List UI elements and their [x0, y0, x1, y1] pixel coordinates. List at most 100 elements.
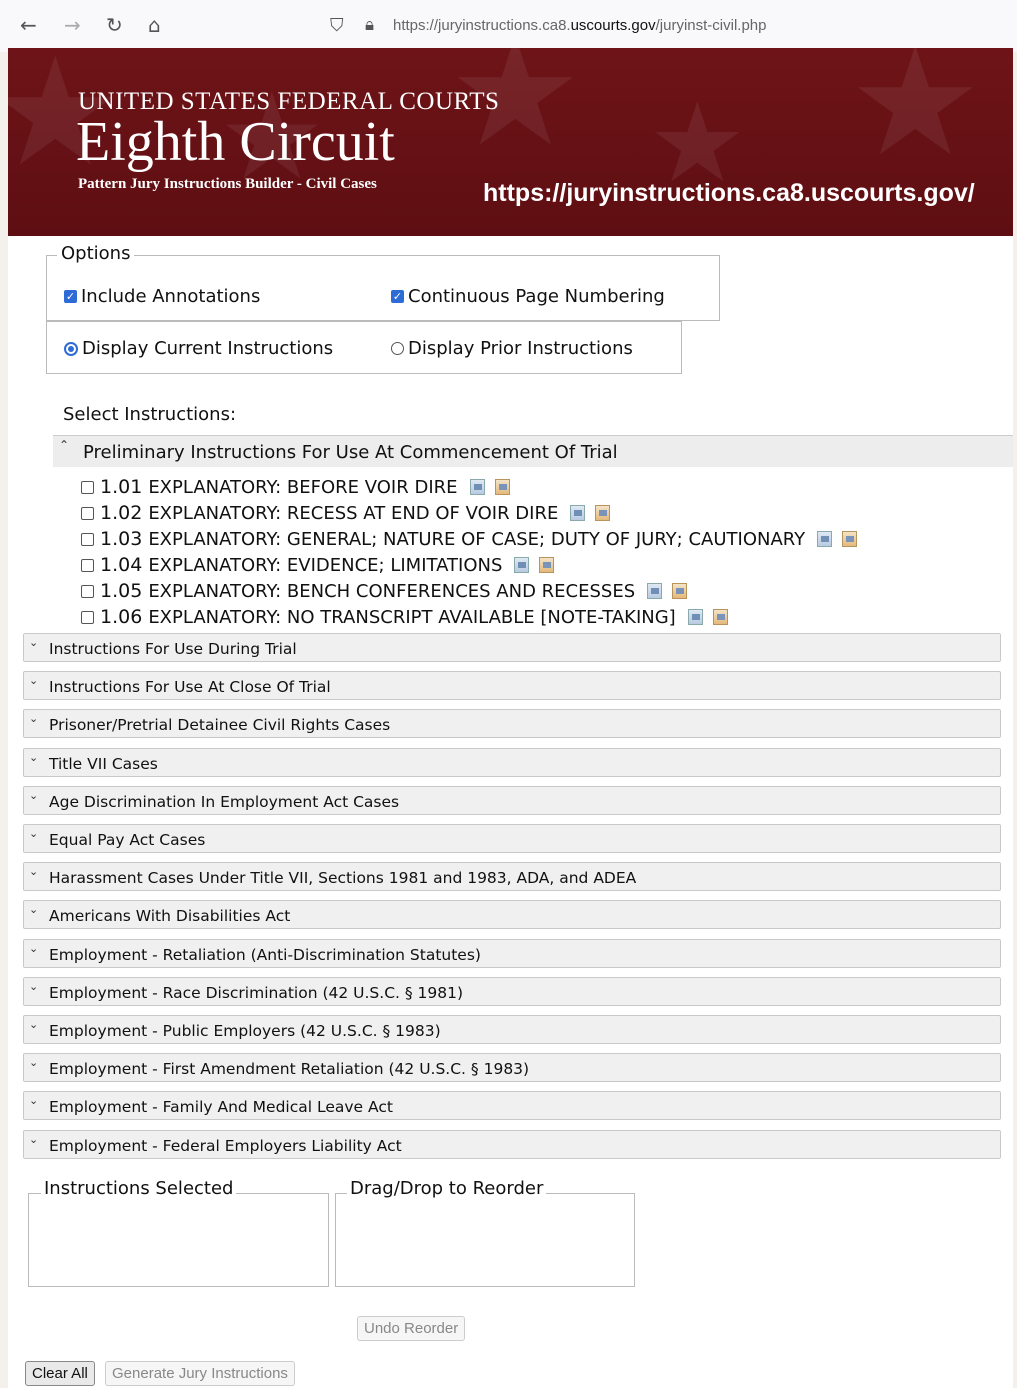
accordion-section-label: Employment - Family And Medical Leave Ac… [49, 1098, 393, 1117]
annotated-document-icon[interactable] [539, 557, 555, 573]
site-banner: ★ ★ ★ ★ ★ UNITED STATES FEDERAL COURTS E… [8, 48, 1013, 236]
radio-selected[interactable] [64, 341, 78, 356]
accordion-section[interactable]: ⌄ Age Discrimination In Employment Act Ca… [23, 785, 1001, 815]
instructions-selected-box[interactable] [28, 1193, 329, 1287]
chevron-down-icon: ⌄ [29, 827, 39, 840]
display-prior-option[interactable]: Display Prior Instructions [391, 338, 633, 359]
instruction-item[interactable]: 1.05 EXPLANATORY: BENCH CONFERENCES AND R… [81, 580, 688, 602]
accordion-section-label: Americans With Disabilities Act [49, 907, 291, 926]
accordion-section[interactable]: ⌄ Employment - Public Employers (42 U.S.C… [23, 1015, 1001, 1044]
document-icon[interactable] [514, 557, 530, 573]
instruction-item[interactable]: 1.03 EXPLANATORY: GENERAL; NATURE OF CASE… [81, 528, 858, 550]
document-icon[interactable] [817, 531, 833, 547]
lock-icon[interactable]: 🔒︎ [365, 15, 374, 35]
undo-reorder-button[interactable]: Undo Reorder [357, 1316, 466, 1341]
chevron-down-icon: ⌄ [29, 750, 39, 764]
accordion-section-label: Instructions For Use At Close Of Trial [49, 678, 331, 697]
include-annotations-label: Include Annotations [81, 286, 261, 307]
banner-title: Eighth Circuit [76, 111, 395, 173]
checkbox-unchecked[interactable] [81, 558, 94, 572]
checkbox-unchecked[interactable] [81, 610, 94, 624]
instruction-text: EXPLANATORY: NO TRANSCRIPT AVAILABLE [NO… [148, 606, 676, 628]
reorder-box[interactable] [335, 1193, 635, 1287]
accordion-section[interactable]: ⌄ Employment - First Amendment Retaliatio… [23, 1053, 1001, 1083]
chevron-down-icon: ⌄ [29, 788, 39, 802]
radio-unselected[interactable] [391, 342, 404, 355]
url-path: /juryinst-civil.php [655, 17, 767, 34]
annotated-document-icon[interactable] [494, 479, 510, 495]
annotated-document-icon[interactable] [595, 505, 611, 521]
annotated-document-icon[interactable] [672, 583, 688, 599]
accordion-section[interactable]: ⌄ Instructions For Use At Close Of Trial [23, 671, 1001, 701]
checkbox-unchecked[interactable] [81, 506, 94, 520]
main-content: Options ✓ Include Annotations ✓ Continuo… [8, 236, 1013, 1388]
checkbox-unchecked[interactable] [81, 584, 94, 598]
instruction-item[interactable]: 1.01 EXPLANATORY: BEFORE VOIR DIRE [81, 476, 510, 498]
instruction-item[interactable]: 1.06 EXPLANATORY: NO TRANSCRIPT AVAILABLE… [81, 606, 728, 628]
chevron-down-icon: ⌄ [29, 1056, 39, 1070]
annotated-document-icon[interactable] [842, 531, 858, 547]
instruction-text: EXPLANATORY: BEFORE VOIR DIRE [148, 476, 458, 498]
checkbox-unchecked[interactable] [81, 532, 94, 546]
chevron-down-icon: ⌄ [29, 636, 39, 649]
generate-button[interactable]: Generate Jury Instructions [105, 1361, 295, 1386]
chevron-down-icon: ⌄ [29, 941, 39, 955]
accordion-section[interactable]: ⌄ Instructions For Use During Trial [23, 633, 1001, 662]
browser-toolbar: ← → ↻ ⌂ ⛉ 🔒︎ https://juryinstructions.ca… [0, 0, 1017, 52]
chevron-down-icon: ⌄ [29, 865, 39, 879]
instruction-text: EXPLANATORY: RECESS AT END OF VOIR DIRE [148, 502, 559, 524]
instruction-text: EXPLANATORY: BENCH CONFERENCES AND RECES… [148, 580, 636, 602]
back-arrow-icon[interactable]: ← [20, 14, 37, 36]
clear-all-button[interactable]: Clear All [25, 1361, 95, 1386]
shield-icon[interactable]: ⛉ [330, 15, 344, 36]
continuous-numbering-option[interactable]: ✓ Continuous Page Numbering [391, 286, 665, 307]
checkbox-checked[interactable]: ✓ [64, 290, 77, 303]
display-prior-label: Display Prior Instructions [408, 338, 633, 359]
accordion-section[interactable]: ⌄ Harassment Cases Under Title VII, Secti… [23, 862, 1001, 892]
accordion-section[interactable]: ⌄ Equal Pay Act Cases [23, 824, 1001, 853]
select-instructions-label: Select Instructions: [63, 404, 237, 425]
checkbox-checked[interactable]: ✓ [391, 290, 404, 303]
accordion-section[interactable]: ⌄ Prisoner/Pretrial Detainee Civil Rights… [23, 709, 1001, 739]
document-icon[interactable] [687, 609, 703, 625]
continuous-numbering-label: Continuous Page Numbering [408, 286, 665, 307]
chevron-down-icon: ⌄ [29, 674, 39, 688]
accordion-section[interactable]: ⌄ Employment - Federal Employers Liabilit… [23, 1129, 1001, 1159]
document-icon[interactable] [469, 479, 485, 495]
chevron-up-icon: ⌃ [59, 438, 70, 452]
accordion-section-label: Instructions For Use During Trial [49, 640, 297, 658]
instruction-number: 1.04 [100, 554, 143, 576]
accordion-section-label: Age Discrimination In Employment Act Cas… [49, 792, 400, 811]
annotated-document-icon[interactable] [712, 609, 728, 625]
url-domain: uscourts.gov [570, 17, 656, 34]
accordion-section[interactable]: ⌄ Title VII Cases [23, 747, 1001, 777]
instruction-number: 1.05 [100, 580, 143, 602]
accordion-section-label: Employment - Federal Employers Liability… [49, 1136, 402, 1155]
chevron-down-icon: ⌄ [29, 712, 39, 726]
forward-arrow-icon[interactable]: → [64, 14, 81, 36]
accordion-section-label: Employment - Race Discrimination (42 U.S… [49, 983, 464, 1002]
accordion-section[interactable]: ⌄ Employment - Retaliation (Anti-Discrimi… [23, 938, 1001, 968]
display-current-option[interactable]: Display Current Instructions [64, 338, 333, 359]
home-icon[interactable]: ⌂ [148, 14, 161, 36]
checkbox-unchecked[interactable] [81, 480, 94, 494]
chevron-down-icon: ⌄ [29, 1132, 39, 1146]
url-prefix: https://juryinstructions.ca8. [393, 17, 571, 34]
document-icon[interactable] [570, 505, 586, 521]
instruction-item[interactable]: 1.02 EXPLANATORY: RECESS AT END OF VOIR D… [81, 502, 611, 524]
instruction-number: 1.03 [100, 528, 143, 550]
document-icon[interactable] [647, 583, 663, 599]
accordion-section[interactable]: ⌄ Employment - Race Discrimination (42 U.… [23, 976, 1001, 1006]
accordion-section-label: Harassment Cases Under Title VII, Sectio… [49, 869, 637, 888]
include-annotations-option[interactable]: ✓ Include Annotations [64, 286, 260, 307]
chevron-down-icon: ⌄ [29, 979, 39, 993]
accordion-section[interactable]: ⌄ Americans With Disabilities Act [23, 900, 1001, 930]
accordion-header-preliminary[interactable]: ⌃ Preliminary Instructions For Use At Co… [53, 435, 1013, 467]
instruction-item[interactable]: 1.04 EXPLANATORY: EVIDENCE; LIMITATIONS [81, 554, 555, 576]
accordion-section[interactable]: ⌄ Employment - Family And Medical Leave A… [23, 1091, 1001, 1121]
chevron-down-icon: ⌄ [29, 1094, 39, 1108]
address-bar[interactable]: https://juryinstructions.ca8.uscourts.go… [393, 17, 767, 34]
reload-icon[interactable]: ↻ [106, 14, 123, 36]
chevron-down-icon: ⌄ [29, 903, 39, 917]
accordion-section-label: Employment - Retaliation (Anti-Discrimin… [49, 945, 481, 964]
